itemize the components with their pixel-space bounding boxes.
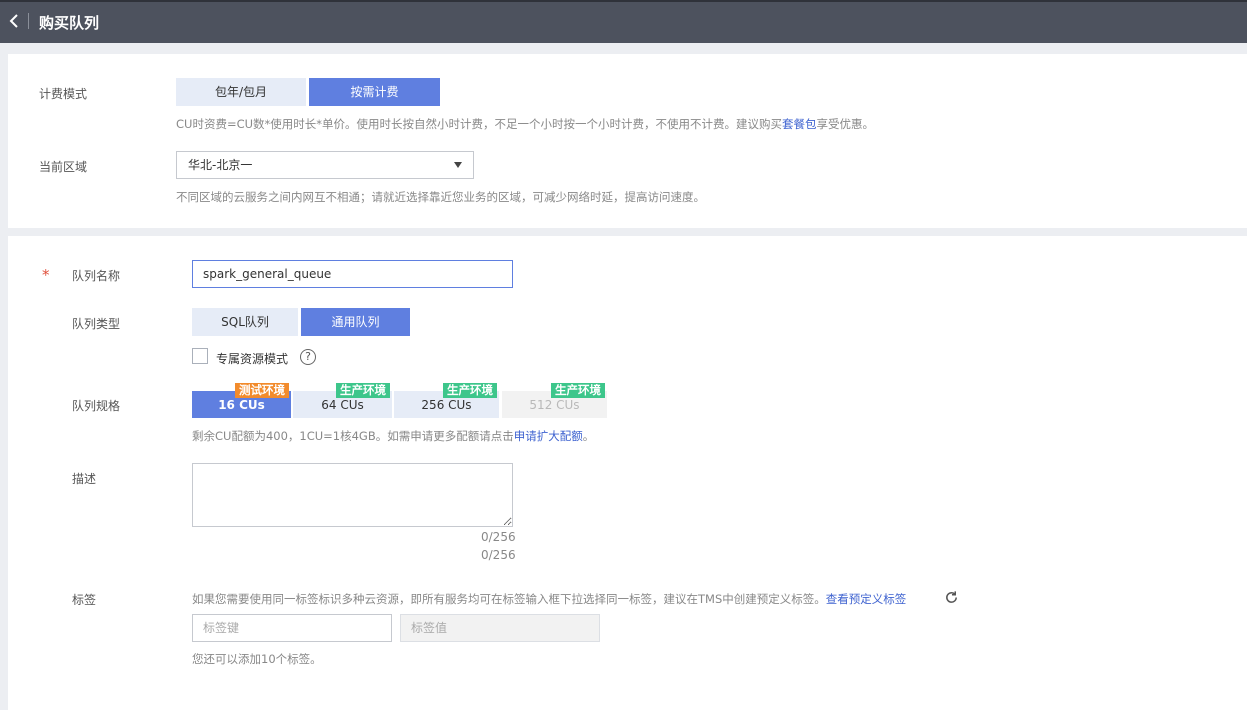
question-circle-icon[interactable]: ? <box>300 349 316 365</box>
description-label: 描述 <box>72 472 97 486</box>
billing-hint-text: CU时资费=CU数*使用时长*单价。使用时长按自然小时计费，不足一个小时按一个小… <box>176 117 783 131</box>
quota-hint-suffix: 。 <box>582 429 595 443</box>
chevron-left-icon[interactable] <box>7 12 23 30</box>
dedicated-resource-label: 专属资源模式 <box>216 352 289 366</box>
spec-tag-prod: 生产环境 <box>551 383 605 398</box>
queue-name-label: 队列名称 <box>72 269 121 283</box>
queue-type-sql[interactable]: SQL队列 <box>192 308 298 336</box>
tags-hint-text: 如果您需要使用同一标签标识多种云资源，即所有服务均可在标签输入框下拉选择同一标签… <box>192 592 826 606</box>
tags-hint: 如果您需要使用同一标签标识多种云资源，即所有服务均可在标签输入框下拉选择同一标签… <box>192 591 906 607</box>
spec-tag-test: 测试环境 <box>235 383 289 398</box>
spec-tag-prod: 生产环境 <box>336 383 390 398</box>
tag-key-input[interactable] <box>192 614 392 642</box>
predefined-tags-link[interactable]: 查看预定义标签 <box>826 592 907 606</box>
description-counter-inner: 0/256 <box>481 530 516 544</box>
header-divider <box>28 13 29 29</box>
dedicated-resource-checkbox[interactable] <box>192 348 208 364</box>
queue-type-general[interactable]: 通用队列 <box>301 308 410 336</box>
description-counter: 0/256 <box>481 548 516 562</box>
region-hint: 不同区域的云服务之间内网互不相通；请就近选择靠近您业务的区域，可减少网络时延，提… <box>176 190 705 204</box>
page-title: 购买队列 <box>39 14 100 32</box>
billing-hint-suffix: 享受优惠。 <box>816 117 875 131</box>
caret-down-icon <box>454 162 462 168</box>
top-header-bar <box>0 0 1247 43</box>
description-textarea[interactable] <box>192 463 513 527</box>
billing-option-yearly-monthly[interactable]: 包年/包月 <box>176 78 306 106</box>
tags-remaining-hint: 您还可以添加10个标签。 <box>192 652 322 666</box>
billing-hint: CU时资费=CU数*使用时长*单价。使用时长按自然小时计费，不足一个小时按一个小… <box>176 116 874 132</box>
queue-type-label: 队列类型 <box>72 317 121 331</box>
quota-hint-text: 剩余CU配额为400，1CU=1核4GB。如需申请更多配额请点击 <box>192 429 514 443</box>
tags-label: 标签 <box>72 593 97 607</box>
expand-quota-link[interactable]: 申请扩大配额 <box>514 429 583 443</box>
package-link[interactable]: 套餐包 <box>782 117 817 131</box>
region-label: 当前区域 <box>39 160 88 174</box>
refresh-icon[interactable] <box>944 590 959 605</box>
required-mark: * <box>42 266 50 284</box>
quota-hint: 剩余CU配额为400，1CU=1核4GB。如需申请更多配额请点击申请扩大配额。 <box>192 428 594 444</box>
tag-value-input[interactable] <box>400 614 600 642</box>
spec-tag-prod: 生产环境 <box>443 383 497 398</box>
billing-mode-label: 计费模式 <box>39 87 88 101</box>
queue-spec-label: 队列规格 <box>72 399 121 413</box>
region-select-value: 华北-北京一 <box>188 158 253 172</box>
billing-option-on-demand[interactable]: 按需计费 <box>309 78 440 106</box>
queue-name-input[interactable] <box>192 260 513 288</box>
region-select[interactable]: 华北-北京一 <box>176 151 474 179</box>
